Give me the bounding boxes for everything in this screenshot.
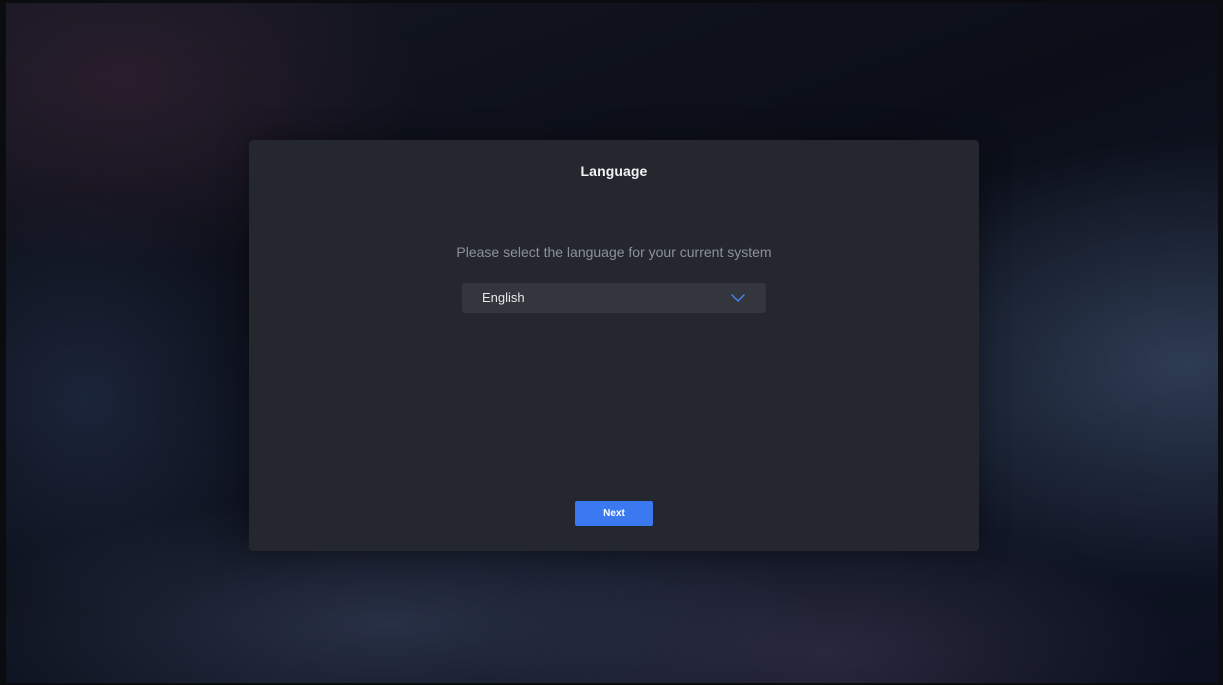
screen-frame: Language Please select the language for …	[0, 0, 1223, 685]
next-button[interactable]: Next	[575, 501, 653, 526]
language-dialog: Language Please select the language for …	[249, 140, 979, 551]
chevron-down-icon	[730, 291, 746, 305]
language-prompt: Please select the language for your curr…	[456, 244, 772, 260]
selected-language: English	[482, 290, 525, 305]
dialog-title: Language	[580, 163, 648, 179]
language-select[interactable]: English	[462, 283, 766, 313]
